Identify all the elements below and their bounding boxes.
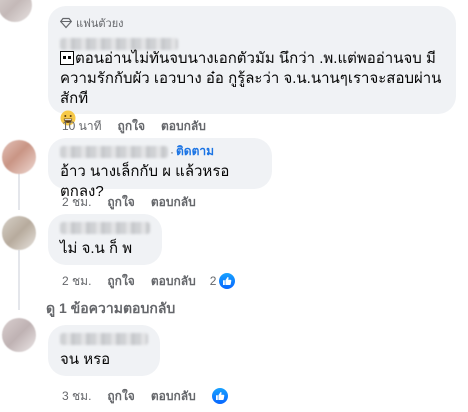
comment-bubble: · ติดตาม อ้าว นางเล็กกับ ผ แล้วหรอตกลง? (48, 138, 272, 200)
commenter-name[interactable] (60, 221, 150, 234)
comment-meta: 2 ชม. ถูกใจ ตอบกลับ (62, 194, 196, 210)
quote-icon (60, 51, 74, 65)
like-button[interactable]: ถูกใจ (107, 387, 134, 406)
comment-meta: 3 ชม. ถูกใจ ตอบกลับ (62, 388, 228, 404)
thread-line (18, 250, 20, 310)
reaction-count: 2 (209, 274, 217, 288)
reply-button[interactable]: ตอบกลับ (151, 387, 196, 406)
avatar[interactable] (2, 216, 36, 250)
reply-button[interactable]: ตอบกลับ (151, 272, 196, 291)
comment-bubble: แฟนตัวยง ตอนอ่านไม่ทันจบนางเอกตัวมัม นึก… (48, 6, 456, 126)
top-fan-badge: แฟนตัวยง (60, 14, 444, 32)
thumbs-up-icon (211, 388, 228, 404)
reply-button[interactable]: ตอบกลับ (151, 193, 196, 212)
comment-meta: 10 นาที ถูกใจ ตอบกลับ (62, 118, 206, 134)
commenter-name[interactable] (60, 145, 168, 158)
comment-text: ไม่ จ.น ก็ พ (60, 240, 133, 257)
comment-bubble: จน หรอ (48, 325, 160, 376)
like-button[interactable]: ถูกใจ (107, 193, 134, 212)
comment-time[interactable]: 10 นาที (62, 117, 102, 136)
comment-time[interactable]: 2 ชม. (62, 272, 91, 291)
top-fan-label: แฟนตัวยง (76, 18, 124, 30)
avatar[interactable] (0, 0, 32, 22)
comment-meta: 2 ชม. ถูกใจ ตอบกลับ 2 (62, 272, 236, 291)
reply-button[interactable]: ตอบกลับ (161, 117, 206, 136)
thumbs-up-icon (219, 273, 236, 289)
comment-time[interactable]: 3 ชม. (62, 387, 91, 406)
comment-time[interactable]: 2 ชม. (62, 193, 91, 212)
view-replies-link[interactable]: ดู 1 ข้อความตอบกลับ (46, 298, 175, 320)
avatar[interactable] (2, 140, 36, 174)
diamond-icon (60, 17, 72, 29)
comment-text: ตอนอ่านไม่ทันจบนางเอกตัวมัม นึกว่า .พ.แต… (60, 50, 442, 107)
reaction-summary[interactable] (211, 388, 228, 404)
reaction-summary[interactable]: 2 (210, 273, 236, 289)
follow-button[interactable]: ติดตาม (176, 142, 214, 161)
like-button[interactable]: ถูกใจ (118, 117, 145, 136)
commenter-name[interactable] (60, 332, 148, 345)
comment-text: จน หรอ (60, 351, 111, 368)
avatar[interactable] (2, 318, 36, 352)
commenter-name[interactable] (60, 37, 178, 50)
comment-bubble: ไม่ จ.น ก็ พ (48, 214, 162, 265)
like-button[interactable]: ถูกใจ (107, 272, 134, 291)
